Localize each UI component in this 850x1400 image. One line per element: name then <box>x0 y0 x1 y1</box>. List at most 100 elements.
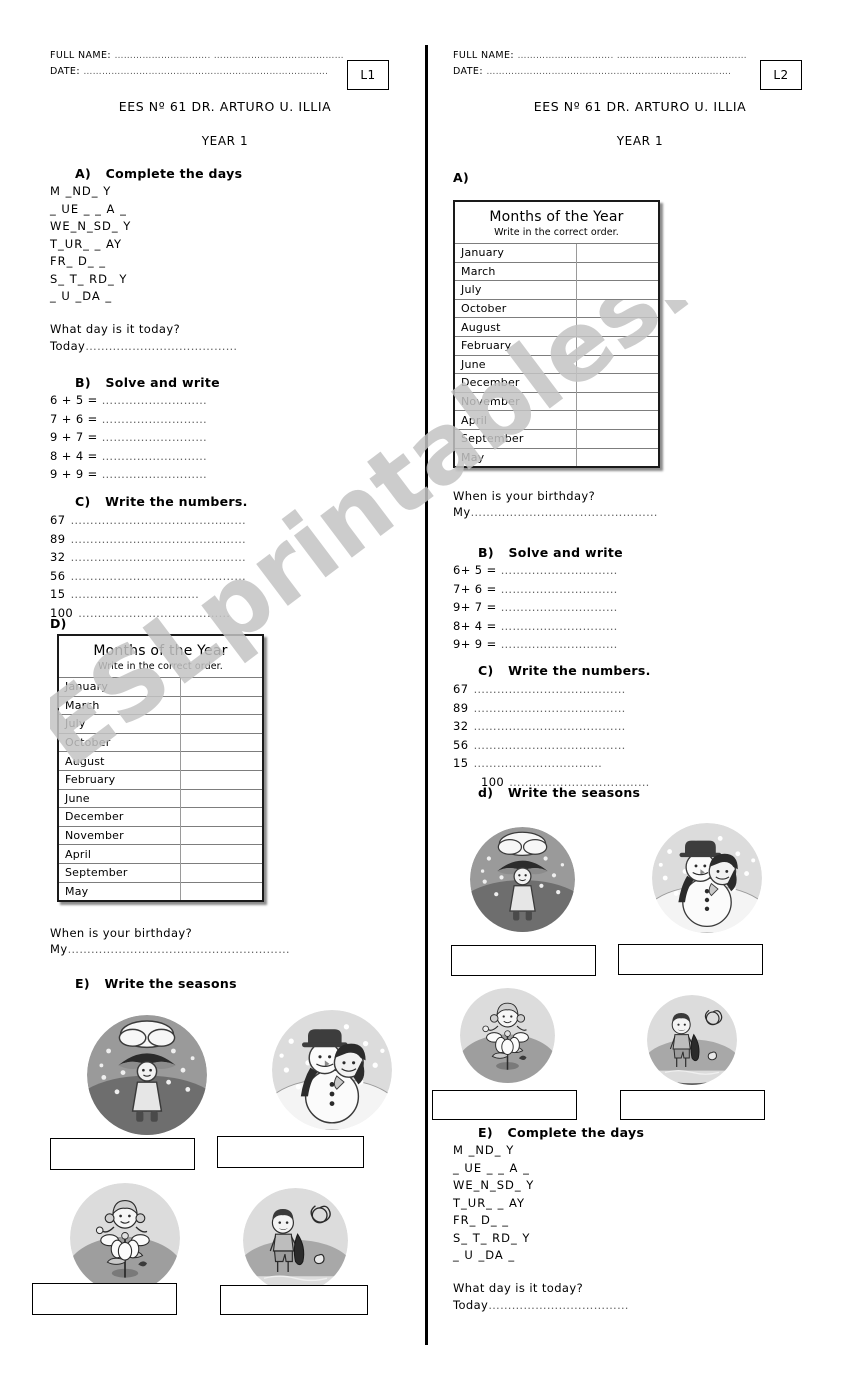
month-answer-cell[interactable] <box>180 677 262 697</box>
answer-dots[interactable]: ………………………………… <box>473 701 625 715</box>
month-answer-cell[interactable] <box>576 298 658 318</box>
sum-row: 9 + 9 = ……………………… <box>50 467 207 481</box>
birthday-answer-dots-right[interactable]: ………………………………………… <box>471 505 658 519</box>
date-dots[interactable]: ……………………………………………………………………. <box>83 67 328 77</box>
days-blanks-left[interactable]: M _ND_ Y _ UE _ _ A _ WE_N_SD_ Y T_UR_ _… <box>50 183 131 306</box>
month-answer-cell[interactable] <box>576 261 658 281</box>
month-answer-cell[interactable] <box>180 807 262 827</box>
table-row: October <box>455 298 658 318</box>
section-e-letter-right: E) <box>478 1125 493 1140</box>
month-answer-cell[interactable] <box>576 280 658 300</box>
answer-dots[interactable]: ……………………… <box>102 449 207 463</box>
answer-dots[interactable]: ……………………………………… <box>70 569 246 583</box>
month-answer-cell[interactable] <box>180 695 262 715</box>
season-answer-box-summer-left[interactable] <box>220 1285 368 1315</box>
season-answer-box-autumn-left[interactable] <box>50 1138 195 1170</box>
answer-dots[interactable]: ………………………… <box>501 600 618 614</box>
month-answer-cell[interactable] <box>576 447 658 467</box>
birthday-question-right: When is your birthday? <box>453 489 596 503</box>
answer-dots[interactable]: ……………………… <box>102 412 207 426</box>
sum-problem: 9+ 7 = <box>453 600 497 614</box>
answer-dots[interactable]: ………………………………… <box>78 606 230 620</box>
table-row: July <box>455 280 658 300</box>
month-answer-cell[interactable] <box>576 410 658 430</box>
table-row: September <box>455 428 658 449</box>
month-answer-cell[interactable] <box>180 769 262 790</box>
sum-problem: 9 + 9 = <box>50 467 98 481</box>
answer-dots[interactable]: ……………………………………… <box>70 532 246 546</box>
section-d-left: D) <box>50 616 67 631</box>
season-answer-box-spring-right[interactable] <box>432 1090 577 1120</box>
number-value: 32 <box>453 719 469 733</box>
full-name-dots[interactable]: …………………………. …………………………………… <box>114 51 344 61</box>
month-answer-cell[interactable] <box>180 862 262 883</box>
section-c-title-left: Write the numbers. <box>105 494 248 509</box>
today-answer-dots-left[interactable]: ………………………………… <box>85 339 237 353</box>
month-answer-cell[interactable] <box>180 881 262 901</box>
month-answer-cell[interactable] <box>576 335 658 356</box>
section-e-title-right: Complete the days <box>507 1125 645 1140</box>
section-e-left: E) Write the seasons <box>75 976 237 991</box>
sum-row: 8 + 4 = ……………………… <box>50 449 207 463</box>
answer-dots[interactable]: ………………………………… <box>473 682 625 696</box>
answer-dots[interactable]: ………………………… <box>501 619 618 633</box>
answer-dots[interactable]: ……………………… <box>102 467 207 481</box>
section-e-title-left: Write the seasons <box>104 976 237 991</box>
season-image-summer-left <box>243 1188 348 1293</box>
section-d-right: d) Write the seasons <box>478 785 640 800</box>
month-answer-cell[interactable] <box>180 825 262 845</box>
month-answer-cell[interactable] <box>180 788 262 808</box>
month-name-cell: January <box>455 243 577 263</box>
section-e-letter-left: E) <box>75 976 90 991</box>
months-table-left: January March July October August February Jun… <box>59 677 262 901</box>
month-answer-cell[interactable] <box>576 373 658 393</box>
month-answer-cell[interactable] <box>576 354 658 374</box>
days-blanks-right[interactable]: M _ND_ Y _ UE _ _ A _ WE_N_SD_ Y T_UR_ _… <box>453 1142 534 1265</box>
months-subtitle-right: Write in the correct order. <box>494 227 619 238</box>
worksheet-page: FULL NAME: …………………………. …………………………………… DA… <box>0 0 850 1400</box>
today-question-right: What day is it today? <box>453 1281 584 1295</box>
number-row: 32 ……………………………………… <box>50 550 246 564</box>
season-answer-box-spring-left[interactable] <box>32 1283 177 1315</box>
month-answer-cell[interactable] <box>576 317 658 337</box>
date-label-right: DATE: <box>453 66 483 77</box>
season-answer-box-autumn-right[interactable] <box>451 945 596 976</box>
season-answer-box-winter-left[interactable] <box>217 1136 364 1168</box>
month-answer-cell[interactable] <box>180 751 262 771</box>
month-answer-cell[interactable] <box>576 391 658 411</box>
months-card-left: Months of the Year Write in the correct o… <box>57 634 264 903</box>
answer-dots[interactable]: ……………………………………… <box>70 550 246 564</box>
season-answer-box-winter-right[interactable] <box>618 944 763 975</box>
table-row: March <box>455 261 658 281</box>
month-answer-cell[interactable] <box>576 428 658 449</box>
month-answer-cell[interactable] <box>576 243 658 263</box>
sum-row: 9+ 9 = ………………………… <box>453 637 618 651</box>
section-a-letter-left: A) <box>75 166 91 181</box>
answer-dots[interactable]: …………………………… <box>473 756 602 770</box>
season-image-spring-left <box>70 1183 180 1293</box>
answer-dots[interactable]: ………………………………… <box>473 738 625 752</box>
today-answer-label-right: Today <box>453 1298 489 1312</box>
answer-dots[interactable]: ………………………… <box>501 637 618 651</box>
month-answer-cell[interactable] <box>180 844 262 864</box>
season-answer-box-summer-right[interactable] <box>620 1090 765 1120</box>
months-table-right: January March July October August February Jun… <box>455 243 658 467</box>
answer-dots[interactable]: ……………………… <box>102 393 207 407</box>
date-dots-right[interactable]: ……………………………………………………………………. <box>486 67 731 77</box>
answer-dots[interactable]: ……………………… <box>102 430 207 444</box>
answer-dots[interactable]: …………………………… <box>70 587 199 601</box>
month-answer-cell[interactable] <box>180 714 262 734</box>
birthday-answer-dots-left[interactable]: ………………………………………………… <box>68 942 290 956</box>
answer-dots[interactable]: ………………………… <box>501 582 618 596</box>
answer-dots[interactable]: ………………………… <box>501 563 618 577</box>
number-row: 56 ………………………………… <box>453 738 626 752</box>
section-c-title-right: Write the numbers. <box>508 663 651 678</box>
today-answer-dots-right[interactable]: ……………………………… <box>488 1298 628 1312</box>
month-name-cell: March <box>455 261 577 281</box>
full-name-row-right: FULL NAME: …………………………. …………………………………… <box>453 50 747 61</box>
full-name-row-left: FULL NAME: …………………………. …………………………………… <box>50 50 344 61</box>
month-answer-cell[interactable] <box>180 732 262 752</box>
answer-dots[interactable]: ……………………………………… <box>70 513 246 527</box>
answer-dots[interactable]: ………………………………… <box>473 719 625 733</box>
full-name-dots-right[interactable]: …………………………. …………………………………… <box>517 51 747 61</box>
